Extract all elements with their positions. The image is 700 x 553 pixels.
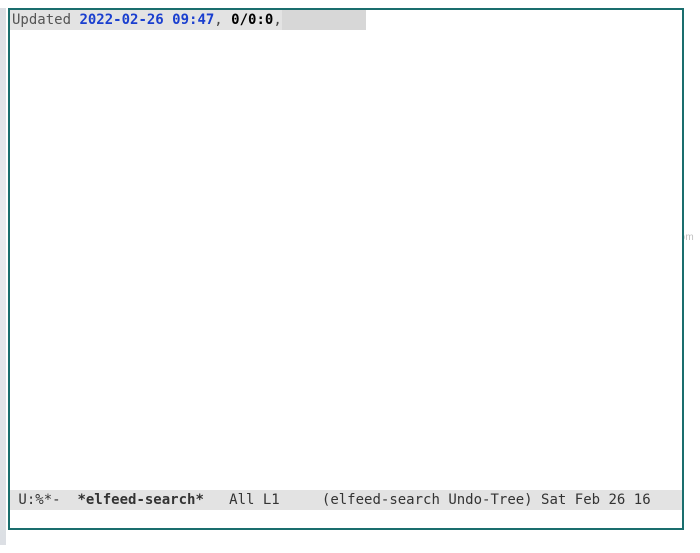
mode-line-prefix: U:%*- [10,490,77,510]
header-trail: , [273,10,281,30]
header-counts: 0/0:0 [231,10,273,30]
buffer-body[interactable] [10,30,682,490]
mode-line-modes: (elfeed-search Undo-Tree) [322,490,541,510]
header-cursor-highlight [282,10,366,30]
mode-line-position: All L1 [204,490,322,510]
elfeed-header-line: Updated 2022-02-26 09:47 , 0/0:0 , [10,10,682,30]
mode-line-datetime: Sat Feb 26 16 [541,490,651,510]
header-label: Updated [10,10,79,30]
left-edge-strip [0,8,6,545]
mode-line-buffer: *elfeed-search* [77,490,203,510]
header-separator: , [214,10,231,30]
header-date: 2022-02-26 09:47 [79,10,214,30]
emacs-frame: Updated 2022-02-26 09:47 , 0/0:0 , U:%*-… [8,8,684,530]
echo-area[interactable] [10,510,682,528]
mode-line[interactable]: U:%*- *elfeed-search* All L1 (elfeed-sea… [10,490,682,510]
